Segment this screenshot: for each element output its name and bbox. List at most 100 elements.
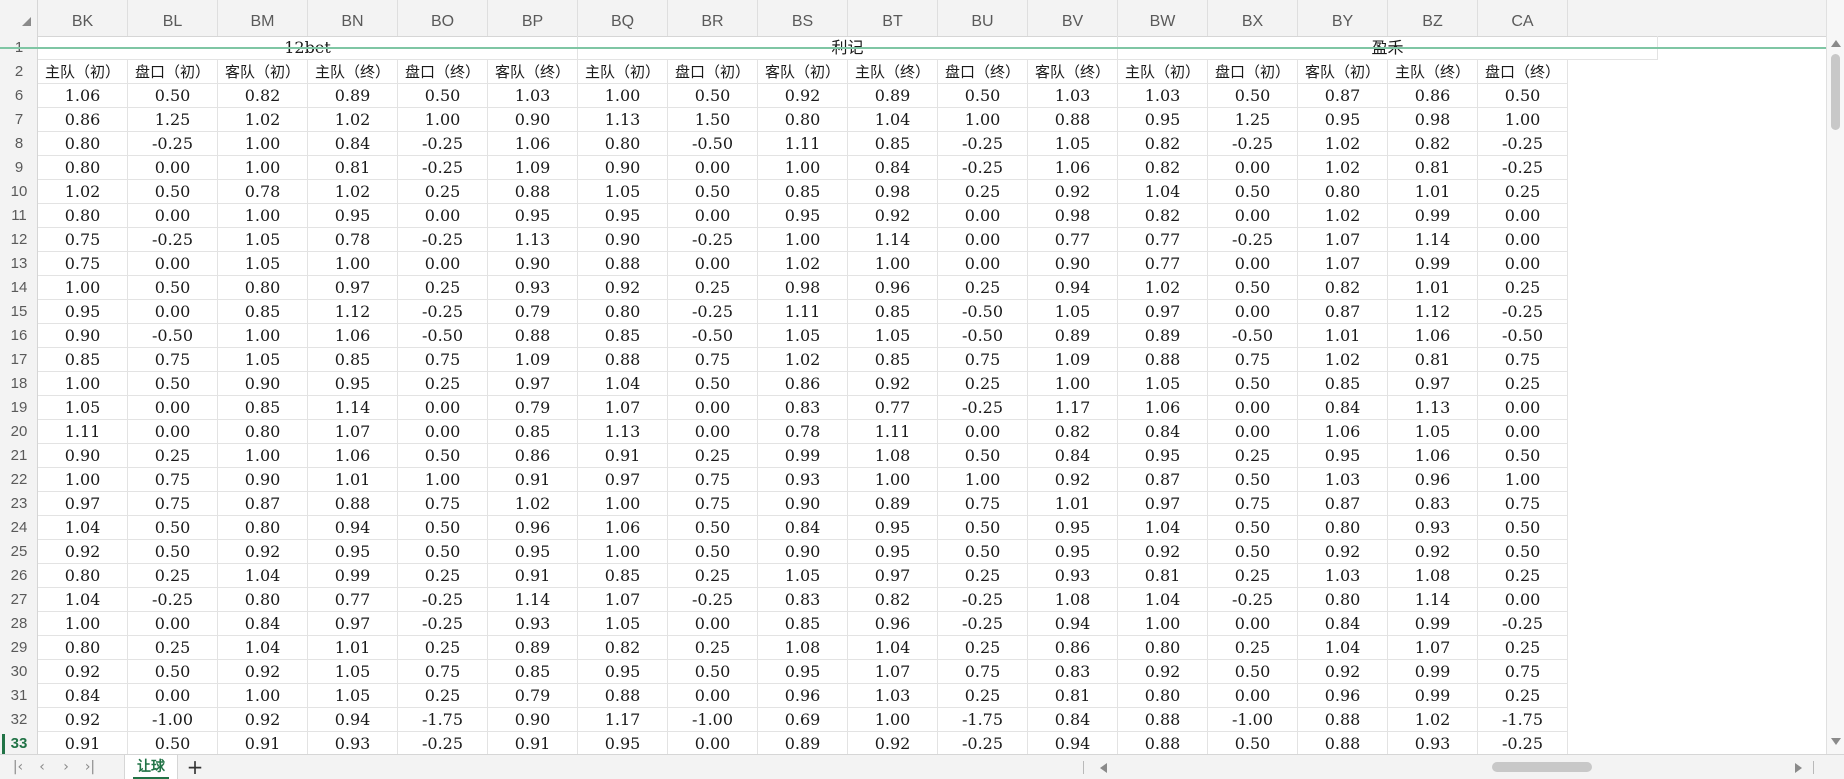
row-header-15[interactable]: 15 bbox=[0, 300, 37, 324]
odds-cell[interactable]: 0.92 bbox=[218, 708, 308, 732]
odds-cell[interactable]: 1.01 bbox=[308, 636, 398, 660]
odds-cell[interactable]: 0.82 bbox=[1118, 132, 1208, 156]
odds-cell[interactable]: 0.85 bbox=[848, 348, 938, 372]
odds-cell[interactable]: 0.50 bbox=[1208, 180, 1298, 204]
odds-cell[interactable]: 0.25 bbox=[1208, 444, 1298, 468]
odds-cell[interactable]: 0.95 bbox=[1028, 540, 1118, 564]
tab-bar-splitter[interactable] bbox=[1083, 761, 1084, 774]
odds-cell[interactable]: 0.50 bbox=[398, 516, 488, 540]
odds-cell[interactable]: 0.96 bbox=[1298, 684, 1388, 708]
odds-cell[interactable]: 1.13 bbox=[1388, 396, 1478, 420]
odds-cell[interactable]: 1.00 bbox=[38, 468, 128, 492]
odds-cell[interactable]: -0.25 bbox=[398, 588, 488, 612]
odds-cell[interactable]: 0.50 bbox=[1478, 540, 1568, 564]
odds-cell[interactable]: 0.77 bbox=[1028, 228, 1118, 252]
odds-cell[interactable]: 0.25 bbox=[938, 372, 1028, 396]
odds-cell[interactable]: 0.90 bbox=[488, 708, 578, 732]
odds-cell[interactable]: 0.75 bbox=[128, 468, 218, 492]
odds-cell[interactable]: 0.50 bbox=[398, 84, 488, 108]
odds-cell[interactable]: 0.75 bbox=[1208, 492, 1298, 516]
odds-cell[interactable]: 0.75 bbox=[938, 348, 1028, 372]
odds-cell[interactable]: 1.01 bbox=[1388, 276, 1478, 300]
odds-cell[interactable]: 0.92 bbox=[1298, 540, 1388, 564]
odds-column-header[interactable]: 客队（终） bbox=[488, 60, 578, 84]
odds-cell[interactable]: 0.75 bbox=[128, 492, 218, 516]
odds-cell[interactable]: 0.89 bbox=[488, 636, 578, 660]
odds-cell[interactable]: 1.05 bbox=[1028, 300, 1118, 324]
odds-cell[interactable]: 1.04 bbox=[38, 588, 128, 612]
odds-cell[interactable]: 1.00 bbox=[308, 252, 398, 276]
odds-cell[interactable]: 0.50 bbox=[128, 660, 218, 684]
odds-cell[interactable]: 0.96 bbox=[848, 276, 938, 300]
odds-cell[interactable]: 0.00 bbox=[668, 204, 758, 228]
odds-cell[interactable]: 0.00 bbox=[128, 300, 218, 324]
odds-cell[interactable]: 1.05 bbox=[218, 228, 308, 252]
odds-cell[interactable]: 1.14 bbox=[308, 396, 398, 420]
next-sheet-icon[interactable]: › bbox=[58, 760, 74, 774]
odds-cell[interactable]: 0.97 bbox=[38, 492, 128, 516]
odds-cell[interactable]: 0.00 bbox=[1478, 588, 1568, 612]
odds-cell[interactable]: 0.77 bbox=[1118, 228, 1208, 252]
odds-cell[interactable]: 0.50 bbox=[128, 540, 218, 564]
odds-cell[interactable]: 0.85 bbox=[38, 348, 128, 372]
odds-cell[interactable]: 0.97 bbox=[1388, 372, 1478, 396]
odds-cell[interactable]: 0.88 bbox=[488, 324, 578, 348]
odds-cell[interactable]: 0.50 bbox=[668, 372, 758, 396]
odds-cell[interactable]: 1.02 bbox=[1298, 132, 1388, 156]
column-header-br[interactable]: BR bbox=[668, 0, 758, 36]
odds-cell[interactable]: 1.00 bbox=[578, 540, 668, 564]
odds-cell[interactable]: 1.00 bbox=[218, 684, 308, 708]
column-header-bt[interactable]: BT bbox=[848, 0, 938, 36]
odds-cell[interactable]: 0.00 bbox=[668, 420, 758, 444]
odds-cell[interactable]: 1.00 bbox=[398, 468, 488, 492]
odds-cell[interactable]: 0.95 bbox=[578, 204, 668, 228]
odds-cell[interactable]: 0.97 bbox=[1118, 492, 1208, 516]
odds-cell[interactable]: -1.75 bbox=[398, 708, 488, 732]
odds-cell[interactable]: -0.25 bbox=[938, 396, 1028, 420]
odds-cell[interactable]: 0.00 bbox=[938, 252, 1028, 276]
odds-cell[interactable]: 0.87 bbox=[218, 492, 308, 516]
odds-cell[interactable]: 0.92 bbox=[1028, 468, 1118, 492]
odds-cell[interactable]: 1.02 bbox=[758, 348, 848, 372]
add-sheet-button[interactable]: + bbox=[186, 757, 204, 777]
odds-cell[interactable]: 0.00 bbox=[668, 612, 758, 636]
odds-cell[interactable]: 0.93 bbox=[488, 276, 578, 300]
odds-cell[interactable]: 1.06 bbox=[1028, 156, 1118, 180]
odds-cell[interactable]: 1.03 bbox=[848, 684, 938, 708]
odds-cell[interactable]: 0.93 bbox=[488, 612, 578, 636]
scroll-right-icon[interactable] bbox=[1795, 763, 1802, 773]
odds-cell[interactable]: 0.00 bbox=[1208, 204, 1298, 228]
odds-cell[interactable]: 0.75 bbox=[38, 228, 128, 252]
row-header-7[interactable]: 7 bbox=[0, 108, 37, 132]
odds-cell[interactable]: 0.75 bbox=[1478, 348, 1568, 372]
odds-column-header[interactable]: 主队（终） bbox=[308, 60, 398, 84]
odds-cell[interactable]: 1.05 bbox=[578, 612, 668, 636]
odds-cell[interactable]: 1.07 bbox=[848, 660, 938, 684]
odds-cell[interactable]: 0.93 bbox=[308, 732, 398, 754]
odds-cell[interactable]: 0.91 bbox=[488, 732, 578, 754]
odds-cell[interactable]: -1.00 bbox=[1208, 708, 1298, 732]
odds-cell[interactable]: -0.25 bbox=[938, 132, 1028, 156]
odds-column-header[interactable]: 客队（初） bbox=[218, 60, 308, 84]
odds-cell[interactable]: 0.00 bbox=[398, 204, 488, 228]
odds-cell[interactable]: 1.00 bbox=[938, 108, 1028, 132]
odds-cell[interactable]: 0.90 bbox=[38, 324, 128, 348]
odds-cell[interactable]: 0.50 bbox=[668, 540, 758, 564]
odds-cell[interactable]: 1.08 bbox=[848, 444, 938, 468]
odds-cell[interactable]: 0.85 bbox=[308, 348, 398, 372]
odds-cell[interactable]: 1.11 bbox=[38, 420, 128, 444]
odds-cell[interactable]: 0.89 bbox=[848, 84, 938, 108]
odds-cell[interactable]: 0.50 bbox=[1208, 516, 1298, 540]
odds-cell[interactable]: 0.92 bbox=[1028, 180, 1118, 204]
odds-cell[interactable]: 0.97 bbox=[308, 612, 398, 636]
odds-cell[interactable]: 1.04 bbox=[218, 636, 308, 660]
odds-cell[interactable]: 0.86 bbox=[1388, 84, 1478, 108]
odds-cell[interactable]: 0.95 bbox=[848, 540, 938, 564]
odds-cell[interactable]: 1.01 bbox=[308, 468, 398, 492]
row-header-8[interactable]: 8 bbox=[0, 132, 37, 156]
odds-cell[interactable]: 0.82 bbox=[848, 588, 938, 612]
odds-cell[interactable]: 0.82 bbox=[1028, 420, 1118, 444]
odds-cell[interactable]: -0.25 bbox=[668, 588, 758, 612]
odds-cell[interactable]: 0.88 bbox=[488, 180, 578, 204]
row-header-30[interactable]: 30 bbox=[0, 660, 37, 684]
